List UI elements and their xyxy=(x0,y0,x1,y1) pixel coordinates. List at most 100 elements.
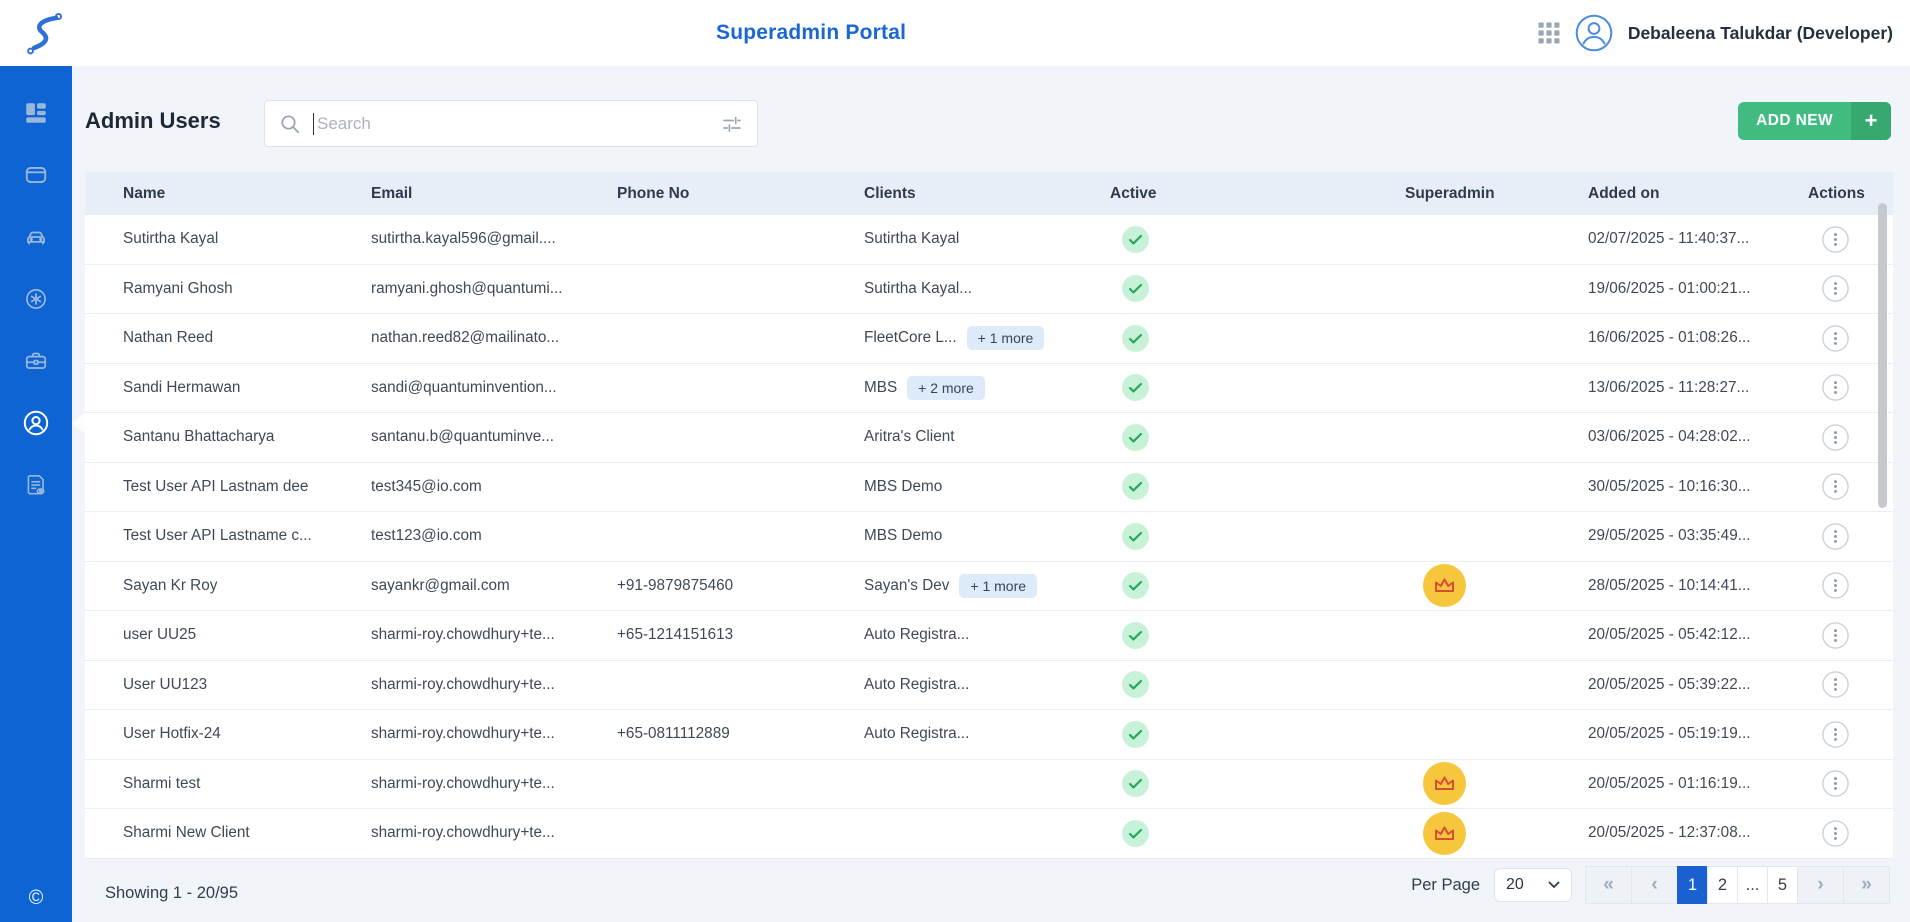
cell-superadmin xyxy=(1367,465,1550,508)
sidebar-item-containers[interactable] xyxy=(0,144,72,206)
cell-actions xyxy=(1770,325,1893,352)
cell-actions xyxy=(1770,622,1893,649)
add-new-button[interactable]: ADD NEW + xyxy=(1738,102,1891,140)
top-right-cluster: Debaleena Talukdar (Developer) xyxy=(1538,0,1893,66)
cell-active xyxy=(1072,523,1367,550)
cell-name: Nathan Reed xyxy=(85,329,333,347)
cell-name: User UU123 xyxy=(85,676,333,694)
per-page-value: 20 xyxy=(1506,876,1524,894)
client-name: Aritra's Client xyxy=(864,428,954,446)
cell-active xyxy=(1072,473,1367,500)
active-check-icon xyxy=(1122,325,1149,352)
cell-actions xyxy=(1770,424,1893,451)
filter-sliders-icon[interactable] xyxy=(721,113,743,135)
sidebar-item-dashboard[interactable] xyxy=(0,82,72,144)
cell-name: Sayan Kr Roy xyxy=(85,577,333,595)
table-scrollbar[interactable] xyxy=(1878,203,1887,508)
cell-superadmin xyxy=(1367,762,1550,805)
cell-added-on: 28/05/2025 - 10:14:41... xyxy=(1550,577,1770,595)
sidebar-item-vehicles[interactable] xyxy=(0,206,72,268)
cell-added-on: 29/05/2025 - 03:35:49... xyxy=(1550,527,1770,545)
row-actions-button[interactable] xyxy=(1822,820,1849,847)
cell-actions xyxy=(1770,275,1893,302)
row-actions-button[interactable] xyxy=(1822,424,1849,451)
cell-active xyxy=(1072,374,1367,401)
sidebar-item-toolbox[interactable] xyxy=(0,330,72,392)
last-page-button[interactable]: » xyxy=(1843,866,1890,904)
cell-active xyxy=(1072,325,1367,352)
cell-superadmin xyxy=(1367,317,1550,360)
client-more-badge[interactable]: + 1 more xyxy=(959,574,1037,598)
added-on-value: 03/06/2025 - 04:28:02... xyxy=(1588,428,1750,446)
next-page-button[interactable]: › xyxy=(1797,866,1844,904)
kebab-menu-icon xyxy=(1822,721,1849,748)
row-actions-button[interactable] xyxy=(1822,770,1849,797)
search-input[interactable] xyxy=(317,114,721,134)
superadmin-crown-icon xyxy=(1423,564,1466,607)
kebab-menu-icon xyxy=(1822,374,1849,401)
cell-email: sandi@quantuminvention... xyxy=(333,379,579,397)
row-actions-button[interactable] xyxy=(1822,721,1849,748)
user-name: Sutirtha Kayal xyxy=(123,230,218,248)
apps-grid-icon[interactable] xyxy=(1538,22,1560,44)
row-actions-button[interactable] xyxy=(1822,325,1849,352)
cell-name: Sharmi New Client xyxy=(85,824,333,842)
cell-clients: Sutirtha Kayal... xyxy=(826,280,1072,298)
sidebar-item-operations[interactable] xyxy=(0,268,72,330)
cell-name: User Hotfix-24 xyxy=(85,725,333,743)
page-ellipsis[interactable]: ... xyxy=(1737,866,1768,904)
cell-active xyxy=(1072,424,1367,451)
sidebar-item-reports[interactable] xyxy=(0,454,72,516)
table-row: Sayan Kr Roy sayankr@gmail.com +91-98798… xyxy=(85,562,1893,612)
per-page-label: Per Page xyxy=(1411,876,1480,895)
table-row: Test User API Lastnam dee test345@io.com… xyxy=(85,463,1893,513)
client-more-badge[interactable]: + 1 more xyxy=(967,326,1045,350)
user-email: sayankr@gmail.com xyxy=(371,577,510,595)
kebab-menu-icon xyxy=(1822,622,1849,649)
admin-users-icon xyxy=(22,409,50,437)
user-phone: +65-0811112889 xyxy=(617,725,730,743)
cell-clients: Sutirtha Kayal xyxy=(826,230,1072,248)
kebab-menu-icon xyxy=(1822,671,1849,698)
added-on-value: 20/05/2025 - 12:37:08... xyxy=(1588,824,1750,842)
per-page-select[interactable]: 20 xyxy=(1494,868,1572,902)
added-on-value: 28/05/2025 - 10:14:41... xyxy=(1588,577,1750,595)
client-name: MBS Demo xyxy=(864,527,942,545)
cell-superadmin xyxy=(1367,812,1550,855)
active-check-icon xyxy=(1122,770,1149,797)
first-page-button[interactable]: « xyxy=(1585,866,1632,904)
cell-email: test345@io.com xyxy=(333,478,579,496)
user-name: user UU25 xyxy=(123,626,196,644)
row-actions-button[interactable] xyxy=(1822,226,1849,253)
active-check-icon xyxy=(1122,275,1149,302)
table-row: Sutirtha Kayal sutirtha.kayal596@gmail..… xyxy=(85,215,1893,265)
user-email: sandi@quantuminvention... xyxy=(371,379,557,397)
search-box xyxy=(264,100,758,147)
user-avatar-icon[interactable] xyxy=(1575,14,1613,52)
sidebar-item-admin-users[interactable] xyxy=(0,392,72,454)
prev-page-button[interactable]: ‹ xyxy=(1631,866,1678,904)
cell-superadmin xyxy=(1367,564,1550,607)
page-button-5[interactable]: 5 xyxy=(1767,866,1798,904)
row-actions-button[interactable] xyxy=(1822,622,1849,649)
row-actions-button[interactable] xyxy=(1822,473,1849,500)
cell-email: nathan.reed82@mailinato... xyxy=(333,329,579,347)
col-header-added-on: Added on xyxy=(1550,185,1770,203)
active-check-icon xyxy=(1122,226,1149,253)
row-actions-button[interactable] xyxy=(1822,671,1849,698)
table-row: user UU25 sharmi-roy.chowdhury+te... +65… xyxy=(85,611,1893,661)
cell-clients: Aritra's Client xyxy=(826,428,1072,446)
client-more-badge[interactable]: + 2 more xyxy=(907,376,985,400)
active-check-icon xyxy=(1122,820,1149,847)
page-button-1[interactable]: 1 xyxy=(1677,866,1708,904)
row-actions-button[interactable] xyxy=(1822,374,1849,401)
cell-phone: +65-0811112889 xyxy=(579,725,826,743)
row-actions-button[interactable] xyxy=(1822,572,1849,599)
cell-active xyxy=(1072,721,1367,748)
row-actions-button[interactable] xyxy=(1822,275,1849,302)
user-name: Sandi Hermawan xyxy=(123,379,240,397)
page-button-2[interactable]: 2 xyxy=(1707,866,1738,904)
admin-users-table: Name Email Phone No Clients Active Super… xyxy=(85,172,1893,859)
cell-added-on: 03/06/2025 - 04:28:02... xyxy=(1550,428,1770,446)
row-actions-button[interactable] xyxy=(1822,523,1849,550)
